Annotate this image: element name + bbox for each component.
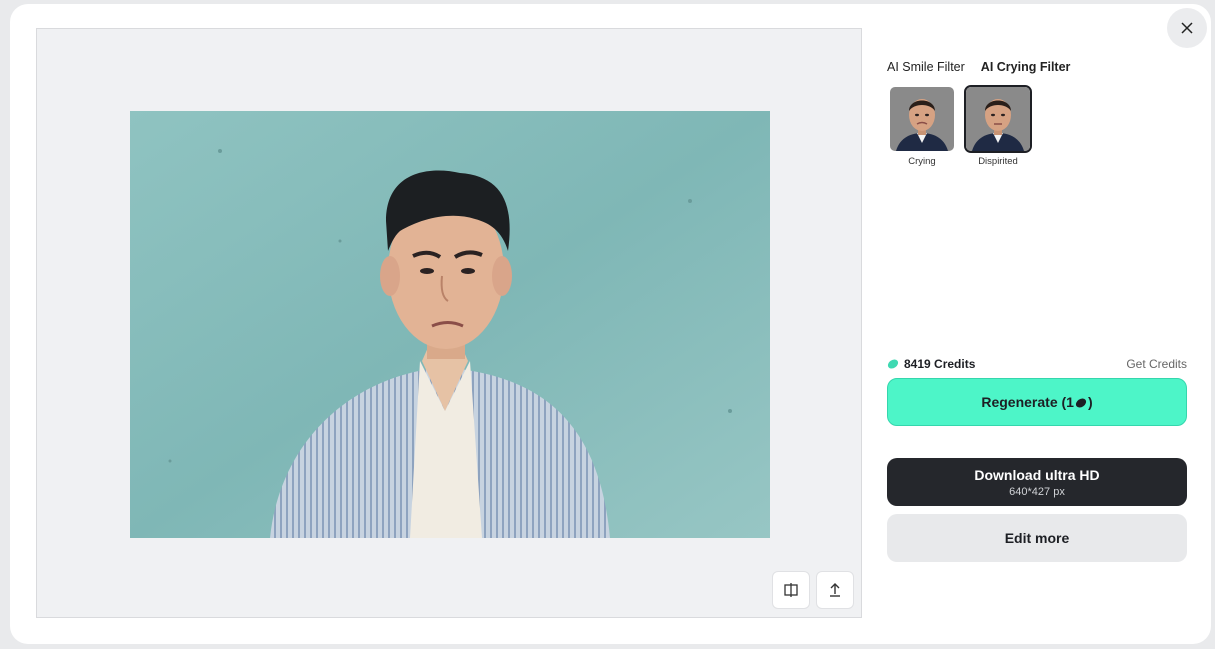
close-button[interactable] xyxy=(1167,8,1207,48)
preview-area xyxy=(36,28,862,618)
filter-option-label: Dispirited xyxy=(978,156,1018,167)
compare-icon xyxy=(784,583,798,597)
close-icon xyxy=(1181,22,1193,34)
filter-option-dispirited[interactable]: Dispirited xyxy=(964,85,1032,167)
filter-tabs: AI Smile Filter AI Crying Filter xyxy=(887,60,1070,74)
filter-option-label: Crying xyxy=(908,156,936,167)
filter-options: Crying Dispirited xyxy=(888,85,1032,167)
share-upload-button[interactable] xyxy=(816,571,854,609)
tab-ai-crying-filter[interactable]: AI Crying Filter xyxy=(981,60,1071,74)
filter-thumbnail xyxy=(888,85,956,153)
tab-ai-smile-filter[interactable]: AI Smile Filter xyxy=(887,60,965,74)
download-label: Download ultra HD xyxy=(974,466,1100,483)
filter-result-dialog: AI Smile Filter AI Crying Filter Crying xyxy=(10,4,1211,644)
result-image xyxy=(130,111,770,538)
regenerate-label: Regenerate (1 xyxy=(981,394,1074,410)
filter-thumbnail xyxy=(964,85,1032,153)
credits-row: 8419 Credits Get Credits xyxy=(887,357,1187,371)
upload-icon xyxy=(830,583,840,597)
credit-drop-icon xyxy=(1075,398,1087,408)
download-size: 640*427 px xyxy=(1009,485,1065,498)
credits-balance: 8419 Credits xyxy=(887,357,975,371)
compare-button[interactable] xyxy=(772,571,810,609)
filter-option-crying[interactable]: Crying xyxy=(888,85,956,167)
regenerate-button[interactable]: Regenerate (1) xyxy=(887,378,1187,426)
edit-more-label: Edit more xyxy=(1004,530,1070,546)
credit-drop-icon xyxy=(887,359,899,369)
credits-count: 8419 Credits xyxy=(904,357,976,371)
get-credits-link[interactable]: Get Credits xyxy=(1126,357,1187,371)
download-ultra-hd-button[interactable]: Download ultra HD 640*427 px xyxy=(887,458,1187,506)
edit-more-button[interactable]: Edit more xyxy=(887,514,1187,562)
regenerate-label-suffix: ) xyxy=(1087,394,1093,410)
